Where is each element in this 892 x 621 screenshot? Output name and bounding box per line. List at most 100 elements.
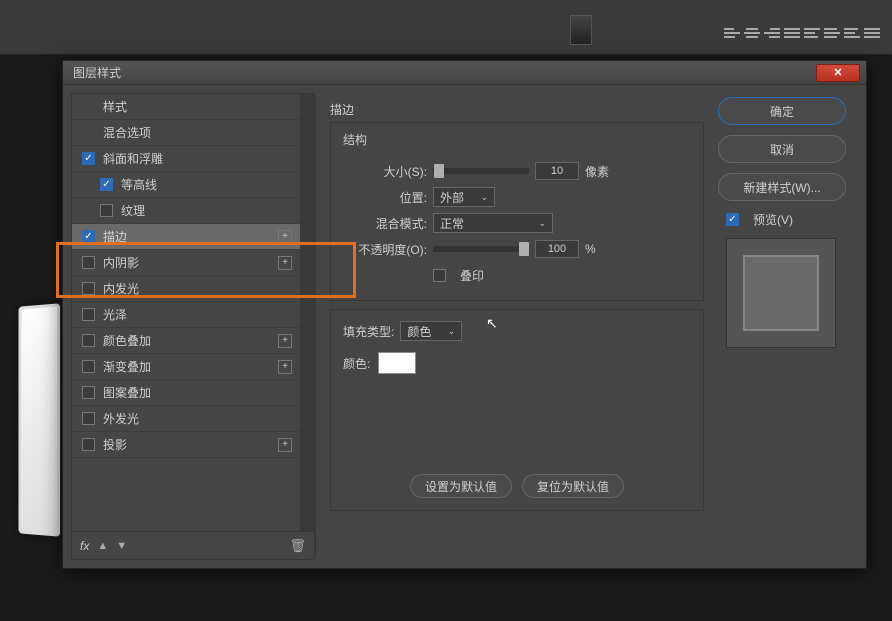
- close-icon: ✕: [833, 66, 842, 79]
- overprint-row: 叠印: [343, 262, 691, 288]
- fx-icon[interactable]: fx: [80, 539, 89, 553]
- align-center-icon[interactable]: [744, 25, 760, 41]
- group-label: 结构: [343, 131, 691, 148]
- fill-type-row: 填充类型: 颜色 ⌄: [343, 318, 691, 344]
- preview-label: 预览(V): [753, 211, 793, 228]
- style-list: 样式 混合选项 斜面和浮雕 等高线 纹理: [71, 93, 301, 532]
- size-slider[interactable]: [433, 168, 529, 174]
- dialog-title: 图层样式: [73, 64, 121, 81]
- chevron-down-icon: ⌄: [448, 326, 456, 337]
- slider-thumb-icon[interactable]: [519, 242, 529, 256]
- align-bottom-icon[interactable]: [844, 25, 860, 41]
- cancel-button[interactable]: 取消: [718, 135, 846, 163]
- style-item-pattern-overlay[interactable]: 图案叠加: [72, 380, 300, 406]
- style-item-contour[interactable]: 等高线: [72, 172, 300, 198]
- blend-mode-row: 混合模式: 正常 ⌄: [343, 210, 691, 236]
- preview-checkbox[interactable]: [726, 213, 739, 226]
- checkbox-icon[interactable]: [82, 308, 95, 321]
- new-style-button[interactable]: 新建样式(W)...: [718, 173, 846, 201]
- arrow-up-icon[interactable]: ▲: [97, 540, 108, 552]
- size-label: 大小(S):: [343, 163, 427, 180]
- checkbox-icon[interactable]: [82, 438, 95, 451]
- reset-default-button[interactable]: 复位为默认值: [522, 474, 624, 498]
- style-item-color-overlay[interactable]: 颜色叠加 +: [72, 328, 300, 354]
- arrow-down-icon[interactable]: ▼: [116, 540, 127, 552]
- add-instance-icon[interactable]: +: [278, 256, 292, 270]
- checkbox-icon[interactable]: [100, 178, 113, 191]
- checkbox-icon[interactable]: [82, 386, 95, 399]
- align-left-icon[interactable]: [724, 25, 740, 41]
- checkbox-icon[interactable]: [82, 230, 95, 243]
- toolbar-preview-icon: [570, 15, 592, 45]
- style-preview-box: [726, 238, 836, 348]
- align-justify-icon[interactable]: [784, 25, 800, 41]
- style-item-gradient-overlay[interactable]: 渐变叠加 +: [72, 354, 300, 380]
- overprint-checkbox[interactable]: [433, 269, 446, 282]
- action-panel: 确定 取消 新建样式(W)... 预览(V): [712, 93, 858, 560]
- style-preview-swatch: [743, 255, 819, 331]
- fill-type-select[interactable]: 颜色 ⌄: [400, 321, 462, 341]
- color-row: 颜色:: [343, 352, 691, 374]
- layer-style-dialog: 图层样式 ✕ 样式 混合选项 斜面和浮雕: [62, 60, 867, 569]
- add-instance-icon[interactable]: +: [278, 438, 292, 452]
- style-list-footer: fx ▲ ▼ 🗑: [71, 532, 315, 560]
- chevron-down-icon: ⌄: [480, 192, 488, 203]
- color-swatch[interactable]: [378, 352, 416, 374]
- add-instance-icon[interactable]: +: [278, 334, 292, 348]
- style-item-inner-shadow[interactable]: 内阴影 +: [72, 250, 300, 276]
- fill-type-label: 填充类型:: [343, 323, 394, 340]
- position-row: 位置: 外部 ⌄: [343, 184, 691, 210]
- opacity-unit: %: [585, 242, 596, 256]
- position-select[interactable]: 外部 ⌄: [433, 187, 495, 207]
- opacity-input[interactable]: [535, 240, 579, 258]
- size-unit: 像素: [585, 163, 609, 180]
- add-instance-icon[interactable]: +: [278, 230, 292, 244]
- dialog-titlebar[interactable]: 图层样式 ✕: [63, 61, 866, 85]
- preview-toggle-row: 预览(V): [718, 211, 852, 228]
- style-item-bevel[interactable]: 斜面和浮雕: [72, 146, 300, 172]
- checkbox-icon[interactable]: [82, 152, 95, 165]
- opacity-slider[interactable]: [433, 246, 529, 252]
- blend-mode-select[interactable]: 正常 ⌄: [433, 213, 553, 233]
- panel-title: 描边: [330, 97, 704, 120]
- size-input[interactable]: [535, 162, 579, 180]
- app-toolbar: [0, 0, 892, 55]
- scrollbar[interactable]: [301, 93, 315, 532]
- checkbox-icon[interactable]: [82, 360, 95, 373]
- stroke-settings-panel: 描边 结构 大小(S): 像素 位置: 外部 ⌄: [316, 93, 712, 560]
- slider-thumb-icon[interactable]: [434, 164, 444, 178]
- blending-options-row[interactable]: 混合选项: [72, 120, 300, 146]
- align-right-icon[interactable]: [764, 25, 780, 41]
- align-icon-group: [724, 25, 880, 41]
- structure-group: 结构 大小(S): 像素 位置: 外部 ⌄: [330, 122, 704, 301]
- style-list-header: 样式: [72, 94, 300, 120]
- checkbox-icon[interactable]: [100, 204, 113, 217]
- style-item-texture[interactable]: 纹理: [72, 198, 300, 224]
- overprint-label: 叠印: [460, 267, 484, 284]
- set-default-button[interactable]: 设置为默认值: [410, 474, 512, 498]
- style-item-drop-shadow[interactable]: 投影 +: [72, 432, 300, 458]
- style-item-satin[interactable]: 光泽: [72, 302, 300, 328]
- ok-button[interactable]: 确定: [718, 97, 846, 125]
- size-row: 大小(S): 像素: [343, 158, 691, 184]
- default-buttons-row: 设置为默认值 复位为默认值: [343, 474, 691, 498]
- blend-mode-label: 混合模式:: [343, 215, 427, 232]
- checkbox-icon[interactable]: [82, 282, 95, 295]
- position-label: 位置:: [343, 189, 427, 206]
- checkbox-icon[interactable]: [82, 412, 95, 425]
- checkbox-icon[interactable]: [82, 334, 95, 347]
- canvas-edge-preview: [19, 303, 61, 536]
- trash-icon[interactable]: 🗑: [289, 538, 306, 554]
- checkbox-icon[interactable]: [82, 256, 95, 269]
- style-list-panel: 样式 混合选项 斜面和浮雕 等高线 纹理: [71, 93, 315, 560]
- align-distribute-icon[interactable]: [864, 25, 880, 41]
- style-item-outer-glow[interactable]: 外发光: [72, 406, 300, 432]
- align-top-icon[interactable]: [804, 25, 820, 41]
- fill-group: 填充类型: 颜色 ⌄ 颜色: 设置为默认值 复位为默认值: [330, 309, 704, 511]
- close-button[interactable]: ✕: [816, 64, 860, 82]
- style-item-stroke[interactable]: 描边 +: [72, 224, 300, 250]
- align-middle-icon[interactable]: [824, 25, 840, 41]
- opacity-label: 不透明度(O):: [343, 241, 427, 258]
- style-item-inner-glow[interactable]: 内发光: [72, 276, 300, 302]
- add-instance -icon[interactable]: +: [278, 360, 292, 374]
